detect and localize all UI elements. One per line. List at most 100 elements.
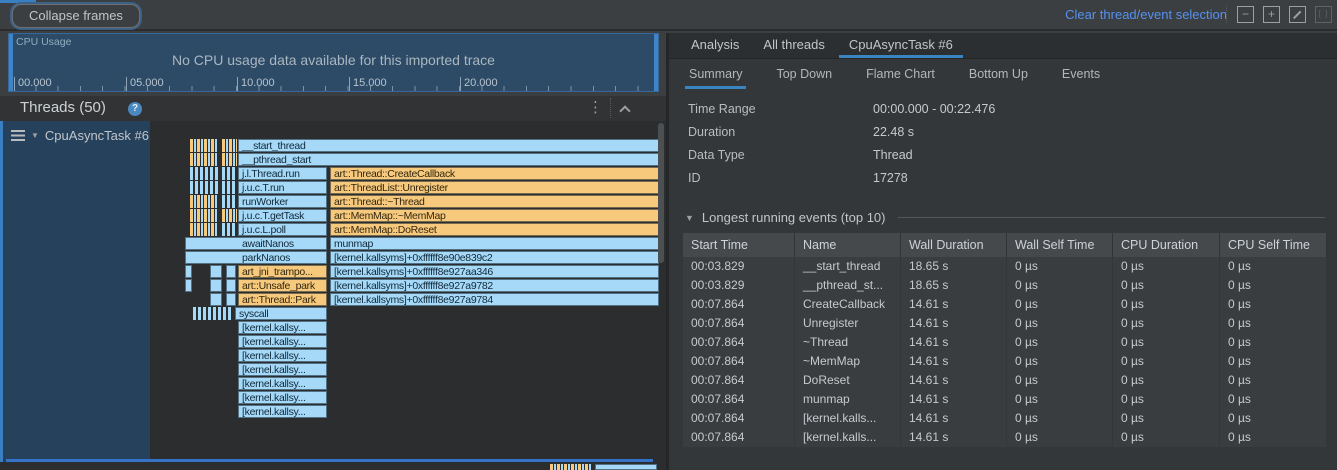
flame-bar[interactable]: art::Thread::CreateCallback xyxy=(330,167,659,180)
flame-bar[interactable]: [kernel.kallsy... xyxy=(238,335,327,348)
flame-bar[interactable]: [kernel.kallsy... xyxy=(238,349,327,362)
flame-activity-stripes xyxy=(190,195,218,208)
collapse-panel-chevron-icon[interactable] xyxy=(619,105,630,116)
header-separator xyxy=(610,98,611,118)
flame-bar[interactable]: [kernel.kallsy... xyxy=(238,363,327,376)
events-section-header[interactable]: ▼ Longest running events (top 10) xyxy=(685,209,1325,226)
flame-bar[interactable]: [kernel.kallsy... xyxy=(238,391,327,404)
tab-analysis[interactable]: Analysis xyxy=(681,33,749,58)
cell-name: ~MemMap xyxy=(795,352,901,371)
column-header[interactable]: Wall Duration xyxy=(901,233,1007,257)
flame-row: art_jni_trampo... [kernel.kallsyms]+0xff… xyxy=(150,265,659,278)
table-row[interactable]: 00:07.864 ~MemMap 14.61 s 0 µs 0 µs 0 µs xyxy=(683,352,1327,371)
table-row[interactable]: 00:03.829 __pthread_st... 18.65 s 0 µs 0… xyxy=(683,276,1327,295)
flame-bar[interactable]: awaitNanos xyxy=(185,237,327,250)
cell-wall-duration: 14.61 s xyxy=(901,295,1007,314)
cell-start-time: 00:07.864 xyxy=(683,352,795,371)
flame-bar[interactable]: __start_thread xyxy=(238,139,659,152)
flame-bar[interactable]: [kernel.kallsy... xyxy=(238,377,327,390)
tab-flame-chart[interactable]: Flame Chart xyxy=(862,59,939,89)
timeline-axis: 00.000 05.000 10.000 15.000 20.000 xyxy=(9,77,658,91)
timeline-minor-ticks xyxy=(14,86,658,91)
clear-selection-link[interactable]: Clear thread/event selection xyxy=(1065,7,1227,22)
cell-cpu-self: 0 µs xyxy=(1220,314,1327,333)
column-header[interactable]: CPU Duration xyxy=(1113,233,1220,257)
help-icon[interactable]: ? xyxy=(128,102,142,116)
flame-bar[interactable]: __pthread_start xyxy=(238,153,659,166)
flame-bar[interactable]: [kernel.kallsyms]+0xffffff8e927a9782 xyxy=(330,279,659,292)
collapse-triangle-icon[interactable]: ▼ xyxy=(685,213,694,223)
zoom-in-icon[interactable]: + xyxy=(1263,6,1280,23)
cell-cpu-self: 0 µs xyxy=(1220,352,1327,371)
collapse-frames-button[interactable]: Collapse frames xyxy=(12,4,140,28)
cell-cpu-duration: 0 µs xyxy=(1113,314,1220,333)
flame-bar[interactable]: [kernel.kallsyms]+0xffffff8e927aa346 xyxy=(330,265,659,278)
flame-bar[interactable]: munmap xyxy=(330,237,659,250)
column-header[interactable]: Wall Self Time xyxy=(1007,233,1113,257)
reset-zoom-icon[interactable] xyxy=(1289,6,1306,23)
cell-cpu-self: 0 µs xyxy=(1220,257,1327,276)
cpu-usage-panel[interactable]: CPU Usage No CPU usage data available fo… xyxy=(8,33,659,92)
flame-bar[interactable]: j.l.Thread.run xyxy=(238,167,327,180)
table-row[interactable]: 00:03.829 __start_thread 18.65 s 0 µs 0 … xyxy=(683,257,1327,276)
flame-bar[interactable]: art::MemMap::~MemMap xyxy=(330,209,659,222)
cell-start-time: 00:07.864 xyxy=(683,371,795,390)
flame-bar[interactable]: j.u.c.T.getTask xyxy=(238,209,327,222)
flame-bar[interactable]: art::Thread::~Thread xyxy=(330,195,659,208)
tab-bottom-up[interactable]: Bottom Up xyxy=(965,59,1032,89)
flame-bar[interactable]: art::Unsafe_park xyxy=(238,279,327,292)
column-header[interactable]: CPU Self Time xyxy=(1220,233,1327,257)
flame-fragment xyxy=(210,279,222,292)
table-row[interactable]: 00:07.864 CreateCallback 14.61 s 0 µs 0 … xyxy=(683,295,1327,314)
flame-bar[interactable]: [kernel.kallsyms]+0xffffff8e927a9784 xyxy=(330,293,659,306)
flame-bar[interactable]: art::Thread::Park xyxy=(238,293,327,306)
events-section-title: Longest running events (top 10) xyxy=(702,210,886,225)
flame-bar[interactable]: syscall xyxy=(235,307,327,320)
flame-fragment xyxy=(185,279,192,292)
column-header[interactable]: Start Time xyxy=(683,233,795,257)
flame-activity-stripes xyxy=(222,139,237,152)
flame-bar[interactable]: [kernel.kallsy... xyxy=(238,405,327,418)
kebab-menu-icon[interactable]: ⋮ xyxy=(588,98,603,116)
flame-bar[interactable]: runWorker xyxy=(238,195,327,208)
tab-summary[interactable]: Summary xyxy=(685,59,746,89)
table-row[interactable]: 00:07.864 DoReset 14.61 s 0 µs 0 µs 0 µs xyxy=(683,371,1327,390)
cell-name: Unregister xyxy=(795,314,901,333)
table-row[interactable]: 00:07.864 ~Thread 14.61 s 0 µs 0 µs 0 µs xyxy=(683,333,1327,352)
tab-events[interactable]: Events xyxy=(1058,59,1104,89)
thread-row-cpuasynctask[interactable]: ▼ CpuAsyncTask #6 xyxy=(0,121,150,462)
flame-bar[interactable]: art::MemMap::DoReset xyxy=(330,223,659,236)
tab-cpuasynctask[interactable]: CpuAsyncTask #6 xyxy=(839,33,963,58)
threads-scrollbar[interactable] xyxy=(658,123,664,263)
flame-bar[interactable]: j.u.c.T.run xyxy=(238,181,327,194)
flame-bar[interactable]: parkNanos xyxy=(185,251,327,264)
tab-top-down[interactable]: Top Down xyxy=(772,59,836,89)
flame-bar[interactable]: [kernel.kallsyms]+0xffffff8e90e839c2 xyxy=(330,251,659,264)
events-table: Start Time Name Wall Duration Wall Self … xyxy=(683,233,1327,447)
flame-bar[interactable]: j.u.c.L.poll xyxy=(238,223,327,236)
table-row[interactable]: 00:07.864 munmap 14.61 s 0 µs 0 µs 0 µs xyxy=(683,390,1327,409)
flame-fragment xyxy=(185,265,192,278)
tab-all-threads[interactable]: All threads xyxy=(753,33,834,58)
flame-bar[interactable]: art_jni_trampo... xyxy=(238,265,327,278)
cell-name: CreateCallback xyxy=(795,295,901,314)
flame-row: [kernel.kallsy... xyxy=(150,377,659,390)
flame-activity-stripes xyxy=(222,181,237,194)
flame-bar[interactable]: [kernel.kallsy... xyxy=(238,321,327,334)
section-rule xyxy=(898,217,1326,218)
table-row[interactable]: 00:07.864 Unregister 14.61 s 0 µs 0 µs 0… xyxy=(683,314,1327,333)
flame-row: art::Thread::Park [kernel.kallsyms]+0xff… xyxy=(150,293,659,306)
drag-handle-icon[interactable] xyxy=(11,130,25,141)
cell-cpu-duration: 0 µs xyxy=(1113,409,1220,428)
column-header[interactable]: Name xyxy=(795,233,901,257)
zoom-to-selection-icon[interactable]: [ ] xyxy=(1315,6,1332,23)
flame-bar[interactable] xyxy=(595,464,657,470)
cell-name: [kernel.kalls... xyxy=(795,409,901,428)
flame-row: [kernel.kallsy... xyxy=(150,405,659,418)
tick-label: 15.000 xyxy=(349,77,387,91)
zoom-out-icon[interactable]: − xyxy=(1237,6,1254,23)
table-row[interactable]: 00:07.864 [kernel.kalls... 14.61 s 0 µs … xyxy=(683,409,1327,428)
table-row[interactable]: 00:07.864 [kernel.kalls... 14.61 s 0 µs … xyxy=(683,428,1327,447)
thread-expander-icon[interactable]: ▼ xyxy=(31,131,39,140)
flame-bar[interactable]: art::ThreadList::Unregister xyxy=(330,181,659,194)
